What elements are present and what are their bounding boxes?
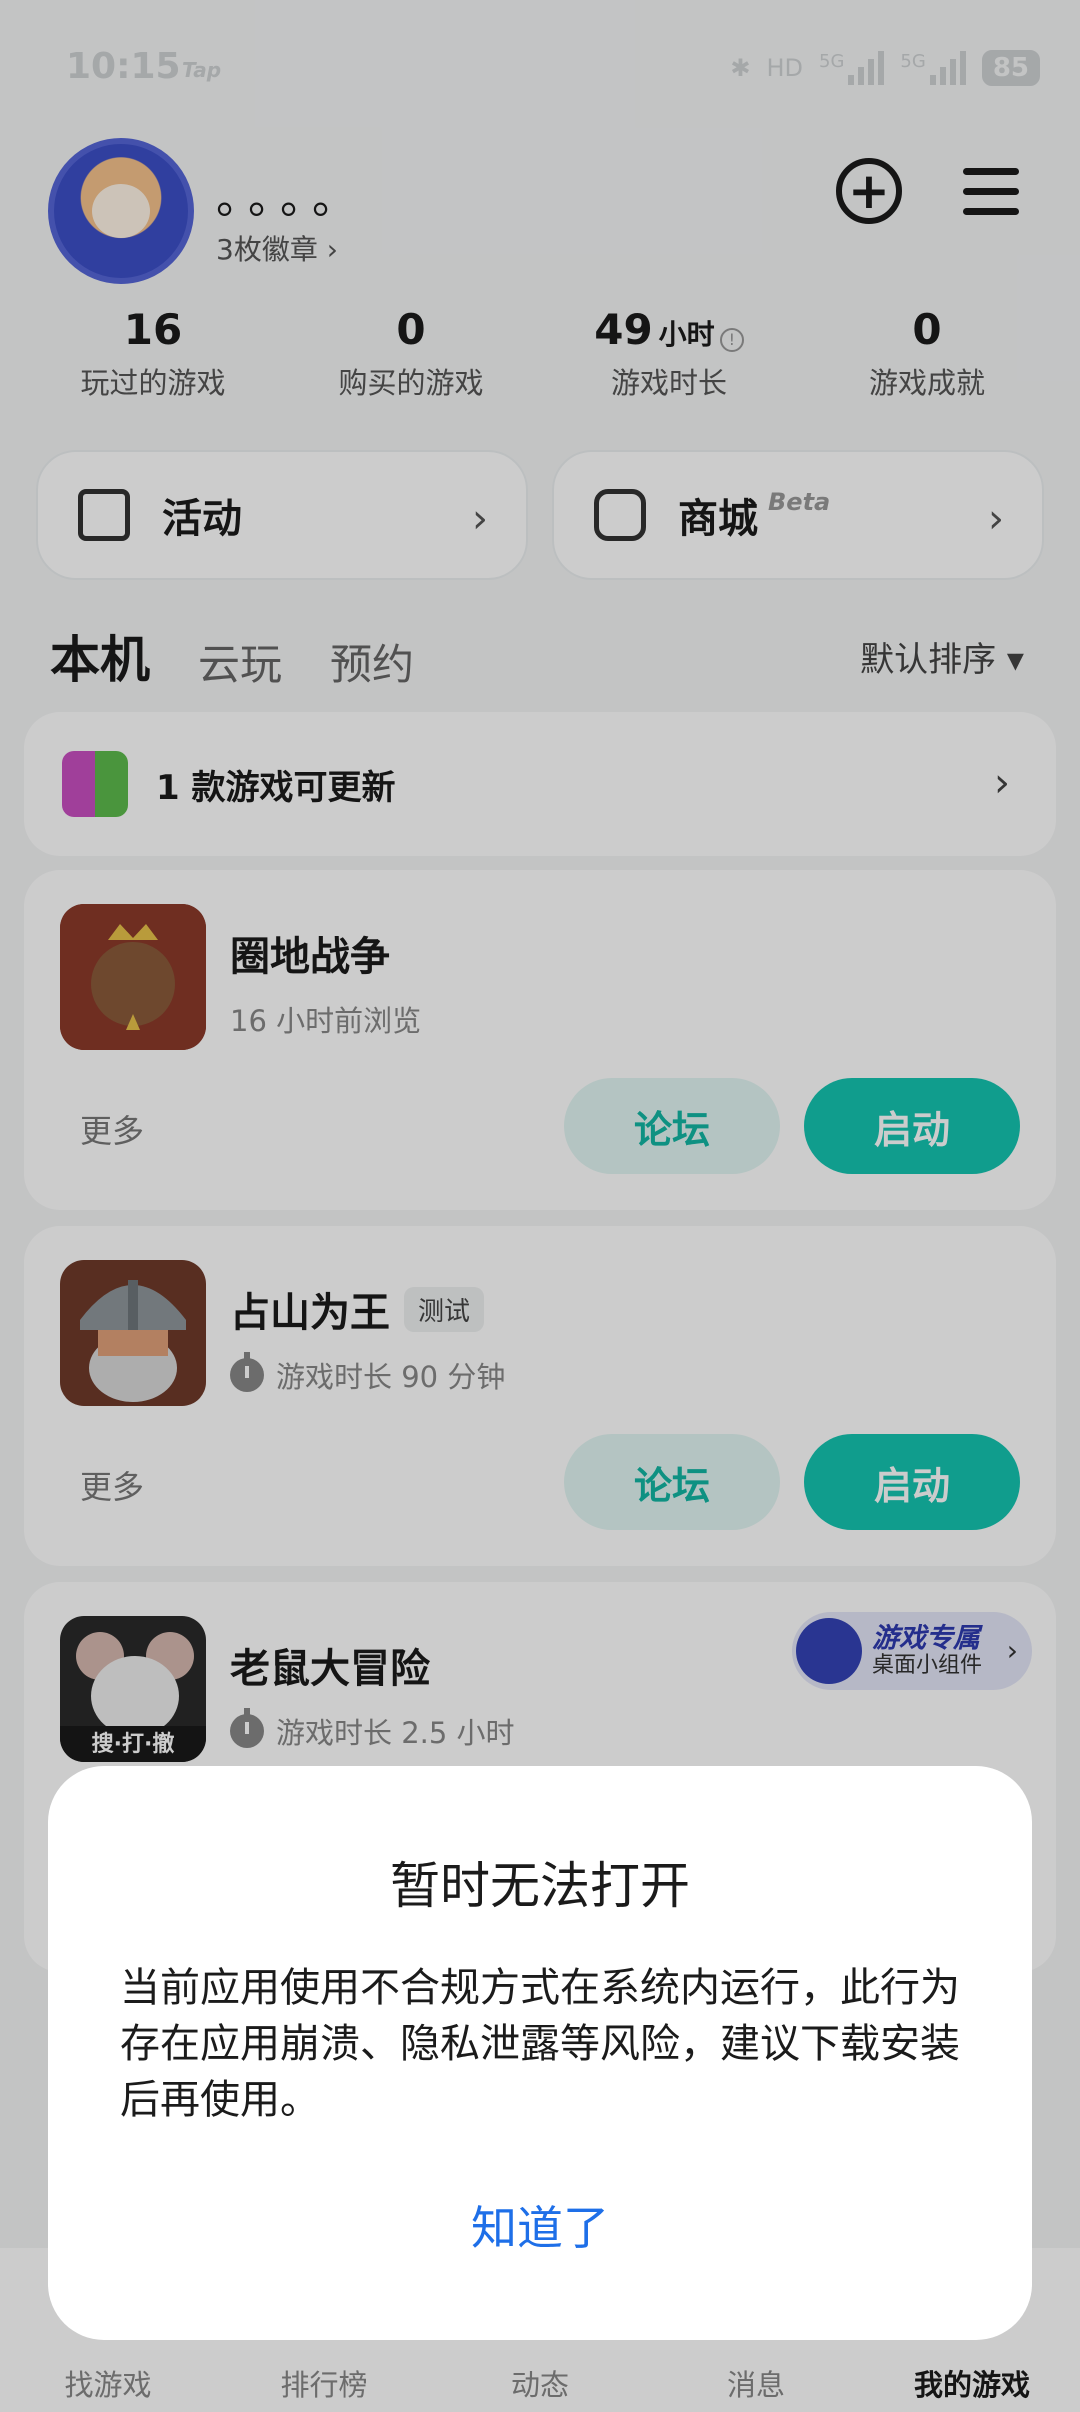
dialog-ok-button[interactable]: 知道了 [48,2192,1032,2258]
dialog-title: 暂时无法打开 [390,1857,690,1915]
dialog-message: 当前应用使用不合规方式在系统内运行，此行为存在应用崩溃、隐私泄露等风险，建议下载… [120,1965,960,2123]
alert-dialog: 暂时无法打开 当前应用使用不合规方式在系统内运行，此行为存在应用崩溃、隐私泄露等… [48,1766,1032,2340]
